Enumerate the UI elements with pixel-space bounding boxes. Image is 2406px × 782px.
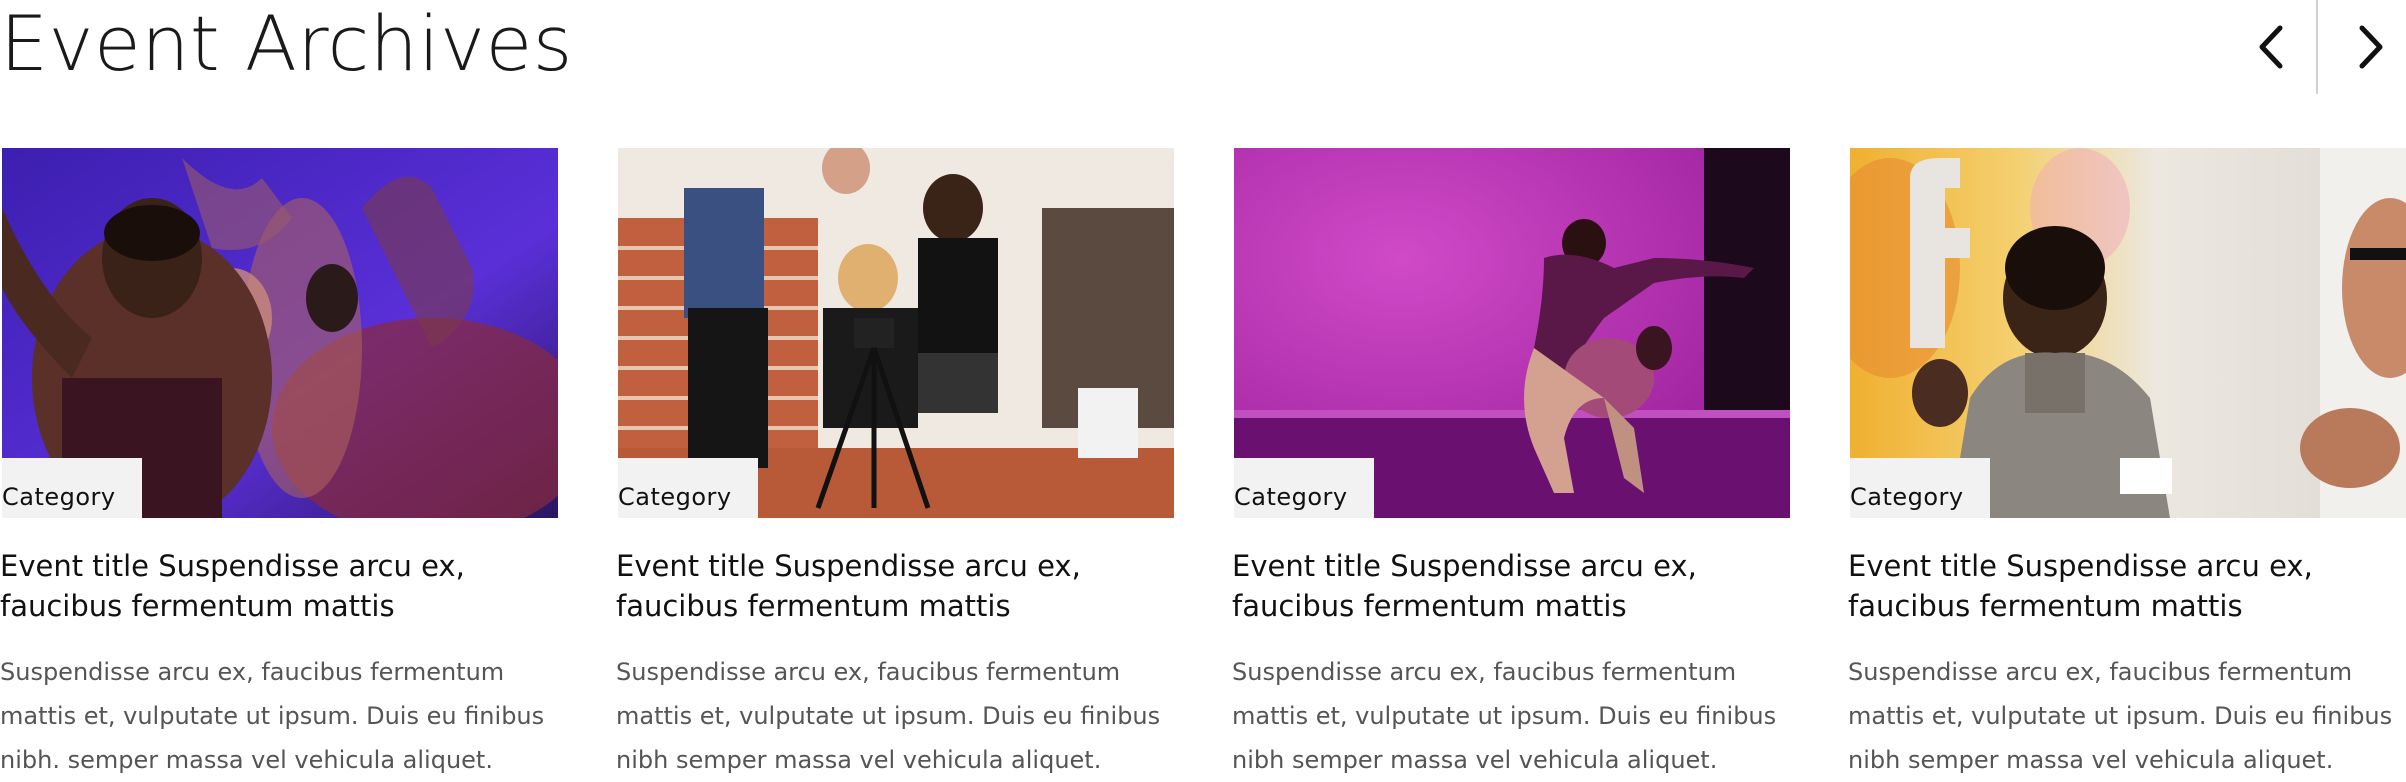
category-tag[interactable]: Category — [618, 458, 758, 518]
carousel-next-button[interactable] — [2326, 0, 2406, 94]
event-image[interactable]: Category — [2, 148, 558, 518]
event-title[interactable]: Event title Suspendisse arcu ex, faucibu… — [616, 546, 1156, 626]
carousel-nav — [2226, 0, 2406, 94]
chevron-left-icon — [2259, 25, 2283, 69]
event-description: Suspendisse arcu ex, faucibus fermentum … — [1848, 658, 2393, 774]
event-image[interactable]: Category — [1234, 148, 1790, 518]
nav-divider — [2316, 0, 2318, 94]
event-description: Suspendisse arcu ex, faucibus fermentum … — [1232, 658, 1777, 774]
category-tag[interactable]: Category — [2, 458, 142, 518]
event-title[interactable]: Event title Suspendisse arcu ex, faucibu… — [0, 546, 540, 626]
page-title: Event Archives — [0, 0, 573, 88]
event-image[interactable]: Category — [1850, 148, 2406, 518]
event-card[interactable]: Category Event title Suspendisse arcu ex… — [1848, 148, 2406, 774]
event-title[interactable]: Event title Suspendisse arcu ex, faucibu… — [1848, 546, 2388, 626]
carousel-prev-button[interactable] — [2226, 0, 2316, 94]
event-card[interactable]: Category Event title Suspendisse arcu ex… — [0, 148, 558, 774]
category-tag[interactable]: Category — [1850, 458, 1990, 518]
event-description: Suspendisse arcu ex, faucibus fermentum … — [616, 658, 1161, 774]
event-image[interactable]: Category — [618, 148, 1174, 518]
event-title[interactable]: Event title Suspendisse arcu ex, faucibu… — [1232, 546, 1772, 626]
event-card-list: Category Event title Suspendisse arcu ex… — [0, 148, 2406, 774]
category-tag[interactable]: Category — [1234, 458, 1374, 518]
chevron-right-icon — [2359, 25, 2383, 69]
event-card[interactable]: Category Event title Suspendisse arcu ex… — [1232, 148, 1790, 774]
event-description: Suspendisse arcu ex, faucibus fermentum … — [0, 658, 545, 774]
event-card[interactable]: Category Event title Suspendisse arcu ex… — [616, 148, 1174, 774]
